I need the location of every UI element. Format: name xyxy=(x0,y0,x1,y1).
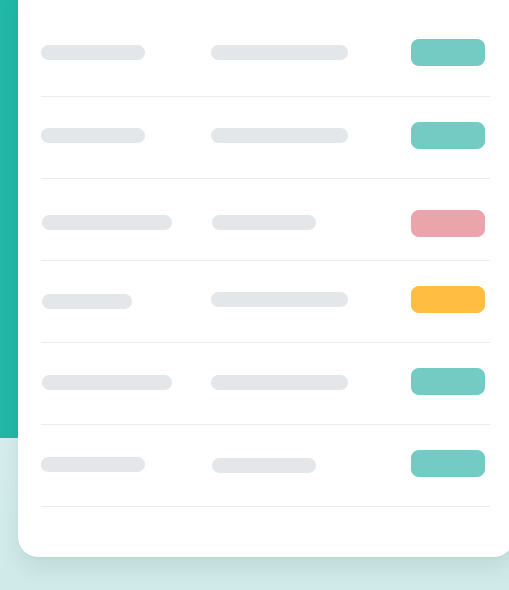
row-detail-placeholder xyxy=(211,128,348,143)
status-list xyxy=(41,15,490,507)
list-item[interactable] xyxy=(41,15,490,97)
list-item[interactable] xyxy=(41,261,490,343)
row-title-placeholder xyxy=(41,45,145,60)
row-title-placeholder xyxy=(42,215,172,230)
row-title-placeholder xyxy=(42,294,132,309)
row-detail-placeholder xyxy=(211,292,348,307)
row-title-placeholder xyxy=(41,128,145,143)
list-item[interactable] xyxy=(41,179,490,261)
status-badge xyxy=(411,39,485,66)
status-badge xyxy=(411,450,485,477)
row-detail-placeholder xyxy=(211,375,348,390)
list-item[interactable] xyxy=(41,343,490,425)
status-badge xyxy=(411,368,485,395)
row-title-placeholder xyxy=(42,375,172,390)
list-item[interactable] xyxy=(41,97,490,179)
status-badge xyxy=(411,286,485,313)
row-detail-placeholder xyxy=(212,215,316,230)
row-title-placeholder xyxy=(41,457,145,472)
row-divider xyxy=(41,506,490,507)
status-badge xyxy=(411,122,485,149)
list-item[interactable] xyxy=(41,425,490,507)
row-detail-placeholder xyxy=(211,45,348,60)
status-badge xyxy=(411,210,485,237)
row-detail-placeholder xyxy=(212,458,316,473)
